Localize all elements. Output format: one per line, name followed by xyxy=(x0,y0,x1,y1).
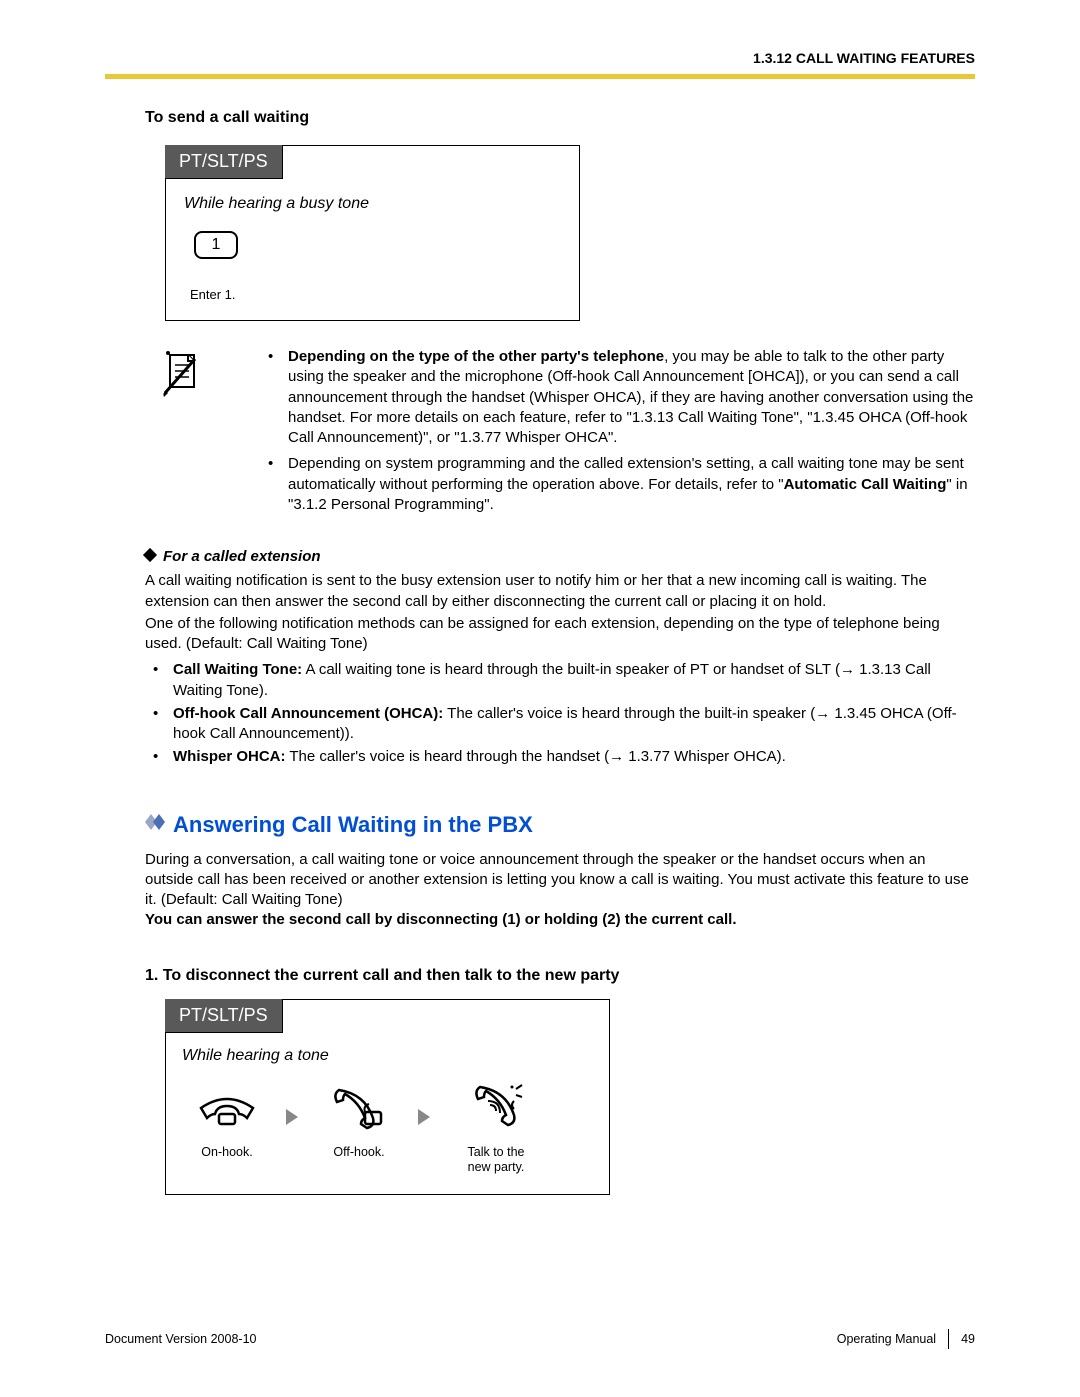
talk-label: Talk to thenew party. xyxy=(446,1145,546,1176)
header-rule xyxy=(105,74,975,79)
condition-text-2: While hearing a tone xyxy=(182,1047,593,1065)
footer-doc-version: Document Version 2008-10 xyxy=(105,1332,256,1346)
called-extension-heading: For a called extension xyxy=(145,547,975,567)
footer-manual-label: Operating Manual xyxy=(837,1332,936,1346)
enter-instruction: Enter 1. xyxy=(190,287,561,302)
device-tab-label: PT/SLT/PS xyxy=(165,145,283,179)
note-item-2: Depending on system programming and the … xyxy=(260,454,975,515)
note-icon xyxy=(160,347,205,521)
answer-p2: You can answer the second call by discon… xyxy=(145,910,975,930)
note-item-1: Depending on the type of the other party… xyxy=(260,347,975,448)
off-hook-icon xyxy=(314,1083,404,1133)
method-ohca: Off-hook Call Announcement (OHCA): The c… xyxy=(145,704,975,745)
arrow-icon xyxy=(418,1109,432,1150)
method-cwt: Call Waiting Tone: A call waiting tone i… xyxy=(145,660,975,701)
on-hook-icon xyxy=(182,1083,272,1133)
method-whisper: Whisper OHCA: The caller's voice is hear… xyxy=(145,747,975,767)
key-1-button: 1 xyxy=(194,231,238,259)
footer-page-number: 49 xyxy=(961,1332,975,1346)
send-call-waiting-heading: To send a call waiting xyxy=(145,109,975,127)
notes-list: Depending on the type of the other party… xyxy=(260,347,975,521)
answer-p1: During a conversation, a call waiting to… xyxy=(145,850,975,911)
on-hook-label: On-hook. xyxy=(182,1145,272,1161)
called-p2: One of the following notification method… xyxy=(145,614,975,655)
page-header-section: 1.3.12 CALL WAITING FEATURES xyxy=(105,50,975,66)
arrow-icon xyxy=(286,1109,300,1150)
answering-heading: Answering Call Waiting in the PBX xyxy=(145,810,975,838)
disconnect-heading: 1. To disconnect the current call and th… xyxy=(145,967,975,985)
disconnect-procedure-box: PT/SLT/PS While hearing a tone On-hook. xyxy=(165,999,610,1195)
condition-text: While hearing a busy tone xyxy=(184,195,561,213)
footer-separator xyxy=(948,1329,949,1349)
send-procedure-box: PT/SLT/PS While hearing a busy tone 1 En… xyxy=(165,145,580,321)
device-tab-label-2: PT/SLT/PS xyxy=(165,999,283,1033)
called-p1: A call waiting notification is sent to t… xyxy=(145,571,975,612)
talk-icon xyxy=(446,1083,546,1133)
off-hook-label: Off-hook. xyxy=(314,1145,404,1161)
